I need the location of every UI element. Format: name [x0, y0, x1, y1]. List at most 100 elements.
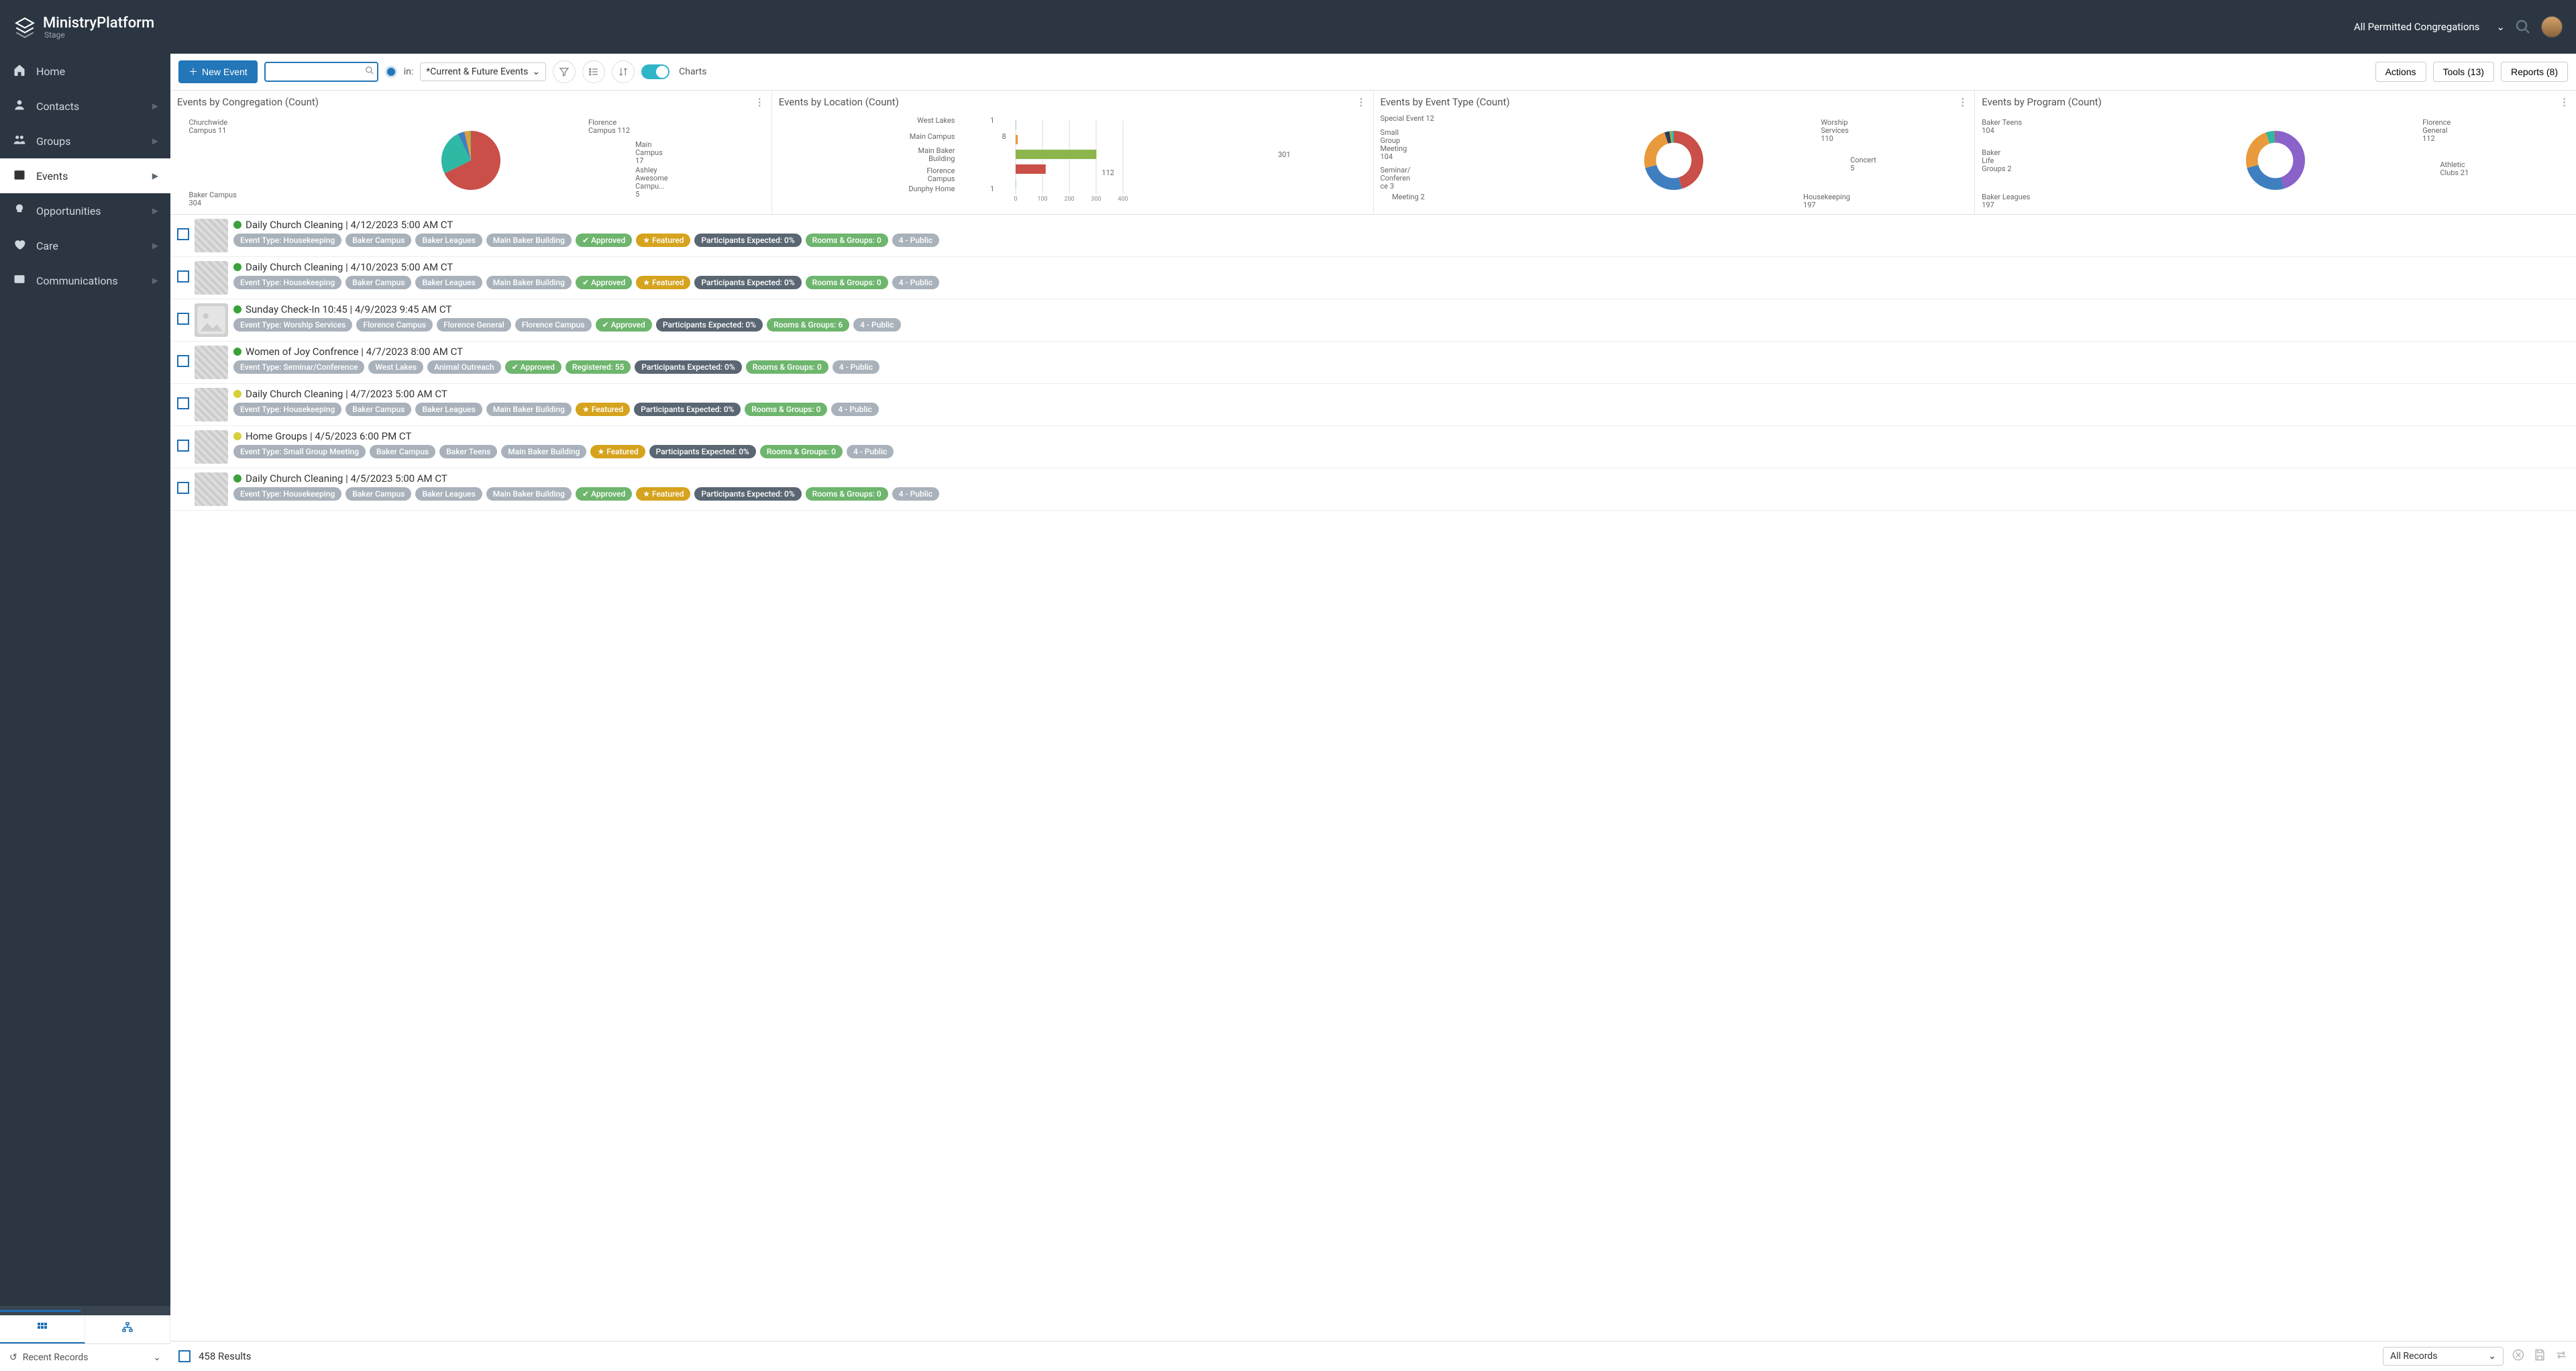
chart-body[interactable]: Baker Teens104BakerLifeGroups 2Baker Lea…: [1982, 111, 2569, 211]
row-checkbox[interactable]: [177, 270, 189, 283]
pill[interactable]: Florence Campus: [356, 318, 433, 332]
transfer-icon[interactable]: [2555, 1348, 2568, 1364]
pill[interactable]: Rooms & Groups: 6: [767, 318, 849, 332]
chart-body[interactable]: ChurchwideCampus 11FlorenceCampus 112Mai…: [177, 111, 765, 211]
pill[interactable]: Rooms & Groups: 0: [760, 445, 843, 458]
sidebar-item-home[interactable]: Home: [0, 54, 170, 89]
pill[interactable]: Main Baker Building: [486, 487, 572, 501]
event-list[interactable]: Daily Church Cleaning | 4/12/2023 5:00 A…: [170, 215, 2576, 1341]
pill[interactable]: 4 - Public: [833, 360, 879, 374]
pill[interactable]: Baker Leagues: [415, 276, 482, 289]
sidebar-item-care[interactable]: Care▶: [0, 228, 170, 263]
save-icon[interactable]: [2533, 1348, 2546, 1364]
pill[interactable]: Event Type: Worship Services: [233, 318, 352, 332]
pill[interactable]: Baker Campus: [345, 234, 411, 247]
pill[interactable]: Baker Teens: [439, 445, 497, 458]
clear-selection-icon[interactable]: [2512, 1348, 2525, 1364]
pill[interactable]: Rooms & Groups: 0: [745, 403, 827, 416]
new-event-button[interactable]: ＋ New Event: [178, 60, 258, 83]
row-checkbox[interactable]: [177, 482, 189, 494]
congregation-selector[interactable]: All Permitted Congregations ⌄: [2354, 21, 2505, 33]
pill[interactable]: Rooms & Groups: 0: [806, 487, 888, 501]
chart-menu-icon[interactable]: ⋮: [1356, 96, 1366, 108]
pill[interactable]: 4 - Public: [892, 234, 939, 247]
sidebar-item-communications[interactable]: Communications▶: [0, 263, 170, 298]
pill[interactable]: Event Type: Housekeeping: [233, 487, 341, 501]
pill[interactable]: Main Baker Building: [501, 445, 586, 458]
event-row[interactable]: Daily Church Cleaning | 4/10/2023 5:00 A…: [170, 257, 2576, 299]
pill[interactable]: 4 - Public: [892, 276, 939, 289]
search-icon[interactable]: [2515, 19, 2531, 35]
chart-body[interactable]: Special Event 12SmallGroupMeeting104Semi…: [1381, 111, 1968, 211]
view-selector[interactable]: *Current & Future Events ⌄: [420, 62, 546, 81]
pill[interactable]: Animal Outreach: [427, 360, 500, 374]
pill[interactable]: West Lakes: [368, 360, 423, 374]
sidebar-item-groups[interactable]: Groups▶: [0, 123, 170, 158]
actions-button[interactable]: Actions: [2375, 62, 2426, 82]
pill[interactable]: ★Featured: [636, 276, 690, 289]
pill[interactable]: Registered: 55: [566, 360, 631, 374]
row-checkbox[interactable]: [177, 355, 189, 367]
row-checkbox[interactable]: [177, 313, 189, 325]
event-row[interactable]: Women of Joy Confrence | 4/7/2023 8:00 A…: [170, 342, 2576, 384]
pill[interactable]: Rooms & Groups: 0: [806, 234, 888, 247]
records-selector[interactable]: All Records ⌄: [2383, 1347, 2504, 1366]
pill[interactable]: 4 - Public: [853, 318, 900, 332]
sidebar-item-events[interactable]: Events▶: [0, 158, 170, 193]
pill[interactable]: Participants Expected: 0%: [694, 276, 801, 289]
pill[interactable]: ✔Approved: [576, 487, 632, 501]
recent-records-toggle[interactable]: ↺ Recent Records ⌄: [0, 1344, 170, 1371]
event-row[interactable]: Sunday Check-In 10:45 | 4/9/2023 9:45 AM…: [170, 299, 2576, 342]
pill[interactable]: Baker Leagues: [415, 403, 482, 416]
pill[interactable]: Participants Expected: 0%: [635, 360, 741, 374]
pill[interactable]: ✔Approved: [505, 360, 561, 374]
pill[interactable]: Baker Campus: [370, 445, 435, 458]
tools-button[interactable]: Tools (13): [2433, 62, 2494, 82]
filter-button[interactable]: [553, 60, 576, 83]
pill[interactable]: Florence General: [437, 318, 511, 332]
pill[interactable]: 4 - Public: [831, 403, 878, 416]
search-input[interactable]: [264, 62, 378, 82]
filter-dot[interactable]: [385, 66, 397, 78]
pill[interactable]: ★Featured: [636, 234, 690, 247]
event-row[interactable]: Daily Church Cleaning | 4/12/2023 5:00 A…: [170, 215, 2576, 257]
pill[interactable]: Main Baker Building: [486, 234, 572, 247]
chart-body[interactable]: West LakesMain CampusMain BakerBuildingF…: [779, 111, 1366, 211]
sort-button[interactable]: [612, 60, 635, 83]
row-checkbox[interactable]: [177, 440, 189, 452]
list-button[interactable]: [582, 60, 605, 83]
pill[interactable]: Event Type: Housekeeping: [233, 276, 341, 289]
event-row[interactable]: Home Groups | 4/5/2023 6:00 PM CTEvent T…: [170, 426, 2576, 468]
chart-menu-icon[interactable]: ⋮: [1957, 96, 1968, 108]
pill[interactable]: Event Type: Seminar/Conference: [233, 360, 364, 374]
select-all-checkbox[interactable]: [178, 1350, 191, 1362]
pill[interactable]: Baker Campus: [345, 403, 411, 416]
pill[interactable]: Participants Expected: 0%: [634, 403, 741, 416]
sidebar-item-contacts[interactable]: Contacts▶: [0, 89, 170, 123]
row-checkbox[interactable]: [177, 397, 189, 409]
pill[interactable]: Baker Leagues: [415, 234, 482, 247]
pill[interactable]: ✔Approved: [596, 318, 652, 332]
sidebar-tab-tree[interactable]: [85, 1315, 170, 1343]
pill[interactable]: ★Featured: [636, 487, 690, 501]
user-avatar[interactable]: [2541, 16, 2563, 38]
pill[interactable]: Rooms & Groups: 0: [806, 276, 888, 289]
chart-menu-icon[interactable]: ⋮: [2559, 96, 2569, 108]
pill[interactable]: Rooms & Groups: 0: [746, 360, 828, 374]
pill[interactable]: Participants Expected: 0%: [694, 487, 801, 501]
pill[interactable]: ✔Approved: [576, 234, 632, 247]
pill[interactable]: Event Type: Small Group Meeting: [233, 445, 366, 458]
pill[interactable]: Participants Expected: 0%: [694, 234, 801, 247]
charts-toggle[interactable]: [641, 64, 669, 79]
pill[interactable]: Baker Campus: [345, 276, 411, 289]
chart-menu-icon[interactable]: ⋮: [755, 96, 765, 108]
pill[interactable]: Event Type: Housekeeping: [233, 234, 341, 247]
pill[interactable]: ★Featured: [576, 403, 630, 416]
pill[interactable]: Main Baker Building: [486, 403, 572, 416]
row-checkbox[interactable]: [177, 228, 189, 240]
pill[interactable]: Participants Expected: 0%: [649, 445, 756, 458]
reports-button[interactable]: Reports (8): [2501, 62, 2568, 82]
pill[interactable]: Baker Campus: [345, 487, 411, 501]
pill[interactable]: ★Featured: [590, 445, 645, 458]
pill[interactable]: Baker Leagues: [415, 487, 482, 501]
